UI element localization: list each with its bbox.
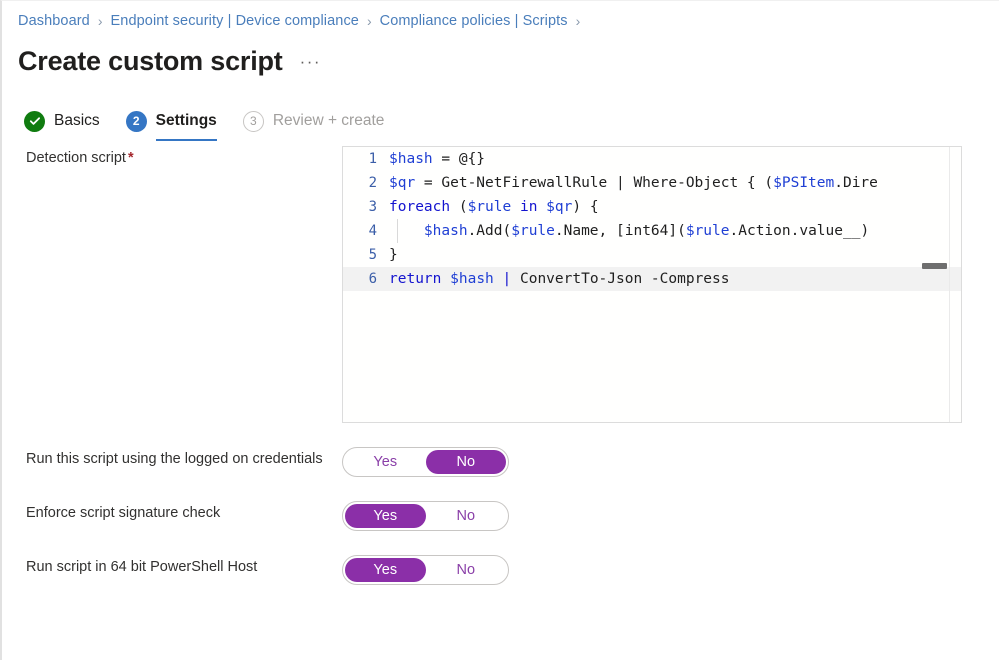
line-number: 1 — [368, 151, 377, 168]
code-line: 4 $hash.Add($rule.Name, [int64]($rule.Ac… — [343, 219, 961, 244]
code-line: 6 return $hash | ConvertTo-Json -Compres… — [343, 267, 961, 292]
signature-check-toggle[interactable]: Yes No — [342, 501, 509, 532]
logged-on-credentials-label: Run this script using the logged on cred… — [26, 451, 323, 468]
powershell-64bit-label: Run script in 64 bit PowerShell Host — [26, 559, 258, 576]
detection-script-label-text: Detection script — [26, 150, 126, 167]
editor-horizontal-scrollbar[interactable] — [922, 263, 947, 270]
powershell-64bit-row: Run script in 64 bit PowerShell Host Yes… — [2, 555, 999, 586]
code-text: $hash.Add($rule.Name, [int64]($rule.Acti… — [423, 223, 870, 240]
step-number-badge: 3 — [242, 110, 264, 132]
breadcrumb-item-endpoint-security[interactable]: Endpoint security | Device compliance — [111, 14, 359, 29]
editor-vertical-rule — [949, 147, 950, 423]
logged-on-credentials-toggle[interactable]: Yes No — [342, 447, 509, 478]
editor-content[interactable]: 1 $hash = @{} 2 $qr = Get-NetFirewallRul… — [343, 147, 961, 422]
logged-on-credentials-row: Run this script using the logged on cred… — [2, 447, 999, 478]
check-circle-icon — [24, 110, 45, 132]
page-header: Create custom script ··· — [2, 29, 999, 77]
toggle-option-no[interactable]: No — [426, 558, 507, 582]
code-text: return $hash | ConvertTo-Json -Compress — [389, 271, 730, 288]
breadcrumb-separator-icon: › — [575, 13, 581, 30]
code-text: $qr = Get-NetFirewallRule | Where-Object… — [389, 175, 878, 192]
breadcrumb-item-compliance-policies[interactable]: Compliance policies | Scripts — [380, 14, 568, 29]
wizard-step-label-review-create: Review + create — [272, 112, 385, 130]
wizard-step-basics[interactable]: Basics — [24, 102, 100, 140]
required-asterisk: * — [127, 150, 134, 167]
breadcrumb-separator-icon: › — [97, 13, 103, 30]
code-text: $hash = @{} — [389, 151, 486, 168]
code-line: 1 $hash = @{} — [343, 147, 961, 171]
toggle-option-yes[interactable]: Yes — [345, 450, 426, 474]
detection-script-field: Detection script * 1 $hash = @{} 2 $qr = … — [2, 146, 999, 424]
code-text: } — [389, 247, 398, 264]
step-number-badge: 2 — [125, 110, 147, 132]
code-text: foreach ($rule in $qr) { — [389, 199, 599, 216]
code-line: 2 $qr = Get-NetFirewallRule | Where-Obje… — [343, 171, 961, 195]
toggle-option-no[interactable]: No — [425, 450, 506, 475]
line-number: 4 — [368, 223, 377, 240]
wizard-step-label-basics: Basics — [54, 112, 100, 130]
breadcrumb-separator-icon: › — [366, 13, 372, 30]
code-line: 3 foreach ($rule in $qr) { — [343, 195, 961, 219]
wizard-step-label-settings: Settings — [155, 112, 217, 130]
toggle-option-yes[interactable]: Yes — [345, 558, 426, 583]
toggle-option-yes[interactable]: Yes — [345, 504, 426, 529]
line-number: 5 — [368, 247, 377, 264]
wizard-steps: Basics 2 Settings 3 Review + create — [2, 76, 999, 142]
line-number: 2 — [368, 175, 377, 192]
signature-check-row: Enforce script signature check Yes No — [2, 501, 999, 532]
code-line: 5 } — [343, 243, 961, 267]
signature-check-label: Enforce script signature check — [26, 505, 221, 522]
line-number: 6 — [368, 271, 377, 288]
breadcrumb: Dashboard › Endpoint security | Device c… — [2, 1, 999, 29]
detection-script-label: Detection script * — [26, 146, 342, 169]
line-number: 3 — [368, 199, 377, 216]
more-actions-icon[interactable]: ··· — [300, 52, 321, 72]
settings-form: Detection script * 1 $hash = @{} 2 $qr = … — [2, 126, 999, 586]
page-title: Create custom script — [18, 45, 283, 76]
toggle-option-no[interactable]: No — [426, 504, 507, 528]
wizard-step-settings[interactable]: 2 Settings — [125, 102, 217, 142]
detection-script-editor[interactable]: 1 $hash = @{} 2 $qr = Get-NetFirewallRul… — [342, 146, 962, 424]
active-step-underline — [155, 139, 217, 142]
breadcrumb-item-dashboard[interactable]: Dashboard — [18, 14, 90, 29]
wizard-step-review-create[interactable]: 3 Review + create — [242, 102, 385, 140]
powershell-64bit-toggle[interactable]: Yes No — [342, 555, 509, 586]
